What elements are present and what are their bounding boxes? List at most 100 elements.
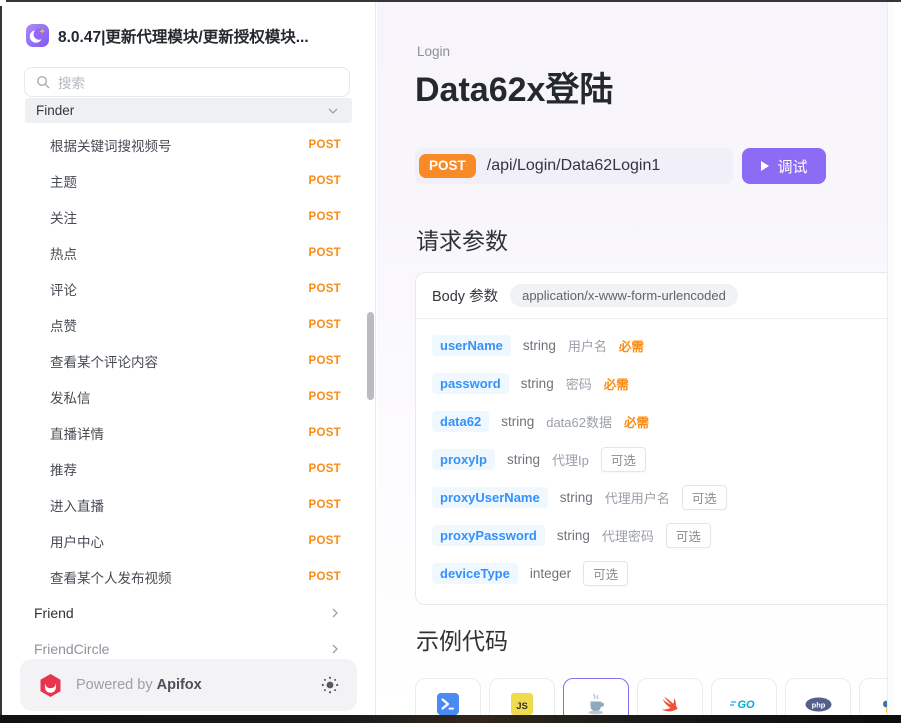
lang-card-java[interactable] bbox=[563, 678, 629, 716]
param-name: proxyUserName bbox=[432, 487, 548, 508]
svg-text:GO: GO bbox=[737, 699, 755, 711]
api-method-badge: POST bbox=[308, 571, 341, 583]
param-rows: userNamestring用户名必需passwordstring密码必需dat… bbox=[416, 319, 894, 592]
sidebar-api-item[interactable]: 用户中心 POST bbox=[0, 523, 376, 559]
sidebar-group-friend[interactable]: Friend bbox=[0, 595, 376, 631]
param-name: proxyIp bbox=[432, 449, 495, 470]
app-window: 8.0.47|更新代理模块/更新授权模块... 搜索 Finder 根据关键词搜… bbox=[0, 0, 901, 723]
chevron-down-icon bbox=[328, 108, 338, 114]
api-item-label: 直播详情 bbox=[50, 423, 104, 443]
svg-text:php: php bbox=[811, 700, 825, 709]
collapsed-groups: FriendFriendCircle bbox=[0, 595, 376, 667]
taskbar-edge-strip bbox=[0, 715, 901, 723]
param-row: proxyUserName string 代理用户名可选 bbox=[432, 478, 889, 516]
param-name: data62 bbox=[432, 411, 489, 432]
sidebar-api-item[interactable]: 直播详情 POST bbox=[0, 415, 376, 451]
lang-card-javascript[interactable]: JS bbox=[489, 678, 555, 716]
lang-card-php[interactable]: php bbox=[785, 678, 851, 716]
project-version-title: 8.0.47|更新代理模块/更新授权模块... bbox=[58, 25, 309, 47]
param-row: passwordstring密码必需 bbox=[432, 364, 889, 402]
sidebar-api-item[interactable]: 查看某个人发布视频POST bbox=[0, 559, 376, 595]
main-scrollbar-track[interactable] bbox=[887, 0, 894, 716]
api-item-label: 关注 bbox=[50, 207, 77, 227]
project-header: 8.0.47|更新代理模块/更新授权模块... bbox=[26, 24, 309, 47]
api-method-badge: POST bbox=[308, 391, 341, 403]
sidebar-api-item[interactable]: 进入直播 POST bbox=[0, 487, 376, 523]
chevron-right-icon bbox=[332, 608, 338, 618]
lang-card-go[interactable]: GO bbox=[711, 678, 777, 716]
powered-by-footer[interactable]: Powered by Apifox bbox=[20, 659, 357, 711]
api-method-badge: POST bbox=[308, 175, 341, 187]
api-item-label: 进入直播 bbox=[50, 495, 104, 515]
api-item-label: 主题 bbox=[50, 171, 77, 191]
api-method-badge: POST bbox=[308, 535, 341, 547]
powered-by-text: Powered by Apifox bbox=[76, 677, 202, 693]
api-method-badge: POST bbox=[308, 139, 341, 151]
sidebar-scrollbar-thumb[interactable] bbox=[367, 312, 374, 400]
param-description: 代理密码 bbox=[602, 526, 654, 545]
api-item-label: 用户中心 bbox=[50, 531, 104, 551]
api-method-badge: POST bbox=[308, 427, 341, 439]
search-input[interactable]: 搜索 bbox=[24, 67, 350, 97]
sidebar-api-item[interactable]: 根据关键词搜视频号 POST bbox=[0, 127, 376, 163]
api-method-badge: POST bbox=[308, 319, 341, 331]
api-item-label: 热点 bbox=[50, 243, 77, 263]
sidebar-api-item[interactable]: 发私信 POST bbox=[0, 379, 376, 415]
breadcrumb: Login bbox=[417, 44, 450, 59]
api-method-badge: POST bbox=[308, 283, 341, 295]
search-icon bbox=[36, 75, 50, 89]
required-badge: 必需 bbox=[624, 412, 649, 431]
param-description: 代理用户名 bbox=[605, 488, 670, 507]
api-item-label: 推荐 bbox=[50, 459, 77, 479]
sidebar-api-item[interactable]: 关注 POST bbox=[0, 199, 376, 235]
sidebar-api-item[interactable]: 点赞 POST bbox=[0, 307, 376, 343]
optional-badge: 可选 bbox=[601, 447, 646, 472]
apifox-logo-icon bbox=[38, 673, 63, 698]
api-method-badge: POST bbox=[308, 355, 341, 367]
debug-button[interactable]: 调试 bbox=[742, 148, 826, 184]
sidebar-api-item[interactable]: 主题 POST bbox=[0, 163, 376, 199]
sun-icon[interactable] bbox=[321, 676, 339, 694]
swift-icon bbox=[659, 693, 681, 715]
moon-star-icon bbox=[26, 24, 49, 47]
sidebar-api-item[interactable]: 查看某个评论内容 POST bbox=[0, 343, 376, 379]
api-item-label: 查看某个评论内容 bbox=[50, 351, 158, 371]
api-item-label: 发私信 bbox=[50, 387, 91, 407]
param-type: string bbox=[521, 376, 554, 391]
lang-card-swift[interactable] bbox=[637, 678, 703, 716]
param-type: string bbox=[557, 528, 590, 543]
sidebar-api-item[interactable]: 评论 POST bbox=[0, 271, 376, 307]
optional-badge: 可选 bbox=[583, 561, 628, 586]
param-type: integer bbox=[530, 566, 571, 581]
svg-text:JS: JS bbox=[516, 701, 528, 712]
language-cards: JS GO php bbox=[415, 678, 894, 716]
param-type: string bbox=[560, 490, 593, 505]
chevron-right-icon bbox=[332, 644, 338, 654]
sample-code-heading: 示例代码 bbox=[416, 622, 508, 656]
main-content: Login Data62x登陆 POST /api/Login/Data62Lo… bbox=[377, 0, 894, 716]
body-params-label: Body 参数 bbox=[432, 285, 498, 306]
param-row: proxyIp string 代理Ip 可选 bbox=[432, 440, 889, 478]
api-method-badge: POST bbox=[308, 463, 341, 475]
request-params-card: Body 参数 application/x-www-form-urlencode… bbox=[415, 272, 894, 605]
sidebar-api-item[interactable]: 热点POST bbox=[0, 235, 376, 271]
go-icon: GO bbox=[730, 697, 758, 711]
api-item-label: 点赞 bbox=[50, 315, 77, 335]
shell-icon bbox=[437, 693, 459, 715]
endpoint-path: /api/Login/Data62Login1 bbox=[487, 157, 660, 175]
lang-card-shell[interactable] bbox=[415, 678, 481, 716]
param-description: 代理Ip bbox=[552, 450, 589, 469]
sidebar-api-item[interactable]: 推荐 POST bbox=[0, 451, 376, 487]
api-method-badge: POST bbox=[308, 499, 341, 511]
api-item-label: 根据关键词搜视频号 bbox=[50, 135, 172, 155]
group-label: Finder bbox=[36, 103, 74, 118]
api-list: 根据关键词搜视频号POST主题POST关注POST热点POST评论POST点赞P… bbox=[0, 127, 376, 595]
api-method-badge: POST bbox=[308, 211, 341, 223]
sidebar-group-finder[interactable]: Finder bbox=[25, 98, 352, 123]
api-item-label: 评论 bbox=[50, 279, 77, 299]
apifox-brand: Apifox bbox=[157, 677, 202, 693]
request-params-heading: 请求参数 bbox=[416, 222, 508, 256]
param-type: string bbox=[507, 452, 540, 467]
optional-badge: 可选 bbox=[682, 485, 727, 510]
param-description: 密码 bbox=[566, 374, 592, 393]
